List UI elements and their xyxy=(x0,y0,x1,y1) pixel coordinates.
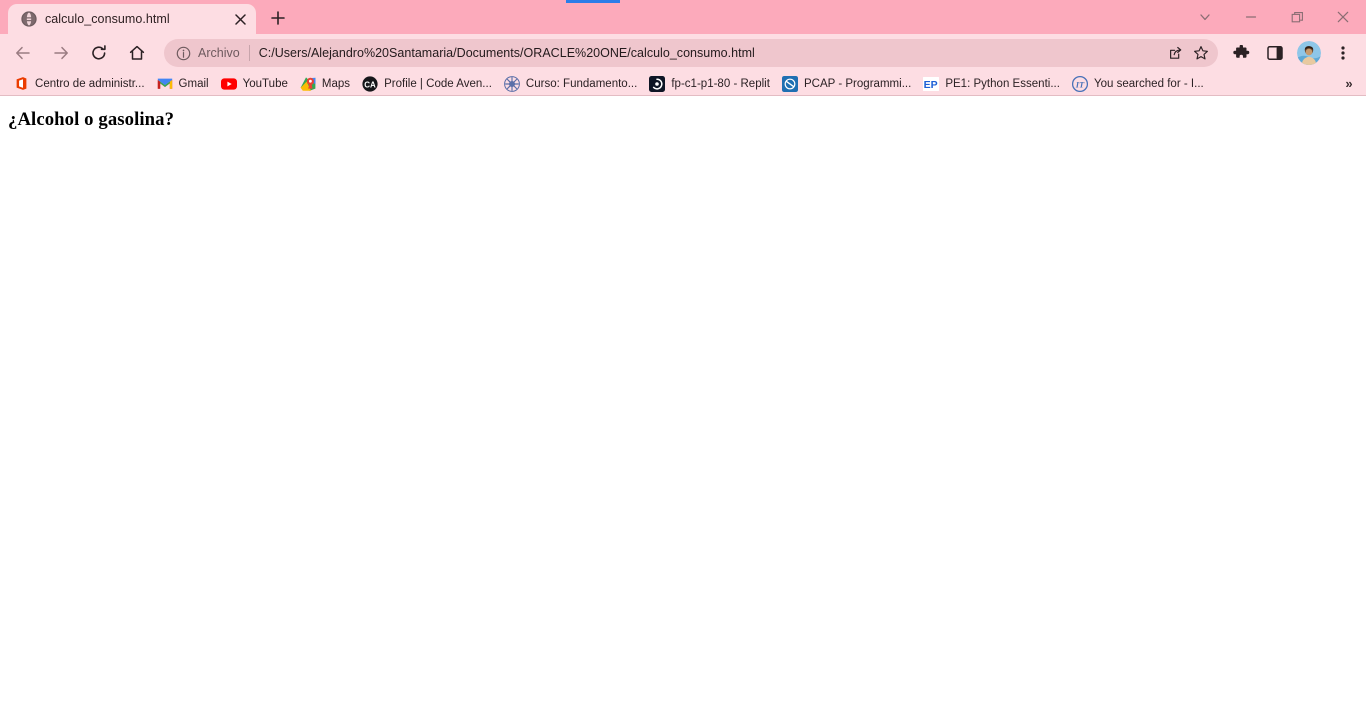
browser-window: calculo_consumo.html Archivo C:/Users/Al… xyxy=(0,0,1366,726)
omnibox-scheme-label: Archivo xyxy=(198,46,240,60)
browser-tab-active[interactable]: calculo_consumo.html xyxy=(8,4,256,34)
bookmark-label: PE1: Python Essenti... xyxy=(945,77,1060,90)
edube-icon: EP xyxy=(923,76,940,92)
tab-drag-indicator xyxy=(566,0,620,3)
tab-title: calculo_consumo.html xyxy=(45,12,170,26)
svg-text:EP: EP xyxy=(924,79,938,91)
office-icon xyxy=(13,76,29,92)
omnibox-actions xyxy=(1162,40,1214,66)
pcap-icon xyxy=(781,75,798,92)
window-controls xyxy=(1182,0,1366,34)
bookmark-label: fp-c1-p1-80 - Replit xyxy=(671,77,770,90)
bookmark-label: Centro de administr... xyxy=(35,77,145,90)
minimize-button[interactable] xyxy=(1228,1,1274,33)
bookmark-you-searched-for[interactable]: IT You searched for - I... xyxy=(1067,74,1211,94)
forward-button[interactable] xyxy=(45,37,77,69)
maps-icon xyxy=(300,76,316,92)
codeavengers-icon: CA xyxy=(362,75,378,92)
close-window-button[interactable] xyxy=(1320,1,1366,33)
omnibox-divider xyxy=(248,45,250,61)
star-icon[interactable] xyxy=(1188,40,1214,66)
bookmark-label: You searched for - I... xyxy=(1093,77,1204,90)
profile-avatar[interactable] xyxy=(1297,41,1321,65)
bookmark-replit[interactable]: fp-c1-p1-80 - Replit xyxy=(644,74,777,94)
page-content: ¿Alcohol o gasolina? xyxy=(0,96,1366,726)
omnibox-url-text[interactable]: C:/Users/Alejandro%20Santamaria/Document… xyxy=(259,46,1162,60)
svg-text:IT: IT xyxy=(1075,79,1085,89)
title-bar: calculo_consumo.html xyxy=(0,0,1366,34)
globe-icon xyxy=(20,11,37,28)
maximize-button[interactable] xyxy=(1274,1,1320,33)
page-title: ¿Alcohol o gasolina? xyxy=(8,109,175,130)
svg-text:CA: CA xyxy=(364,80,376,89)
replit-icon xyxy=(649,75,666,92)
bookmarks-bar: Centro de administr... Gmail YouTube Map… xyxy=(0,72,1366,96)
it-icon: IT xyxy=(1071,75,1088,92)
bookmark-curso-fundamentos[interactable]: Curso: Fundamento... xyxy=(499,74,644,94)
youtube-icon xyxy=(220,76,237,92)
new-tab-button[interactable] xyxy=(264,4,292,32)
bookmark-profile-code-avengers[interactable]: CA Profile | Code Aven... xyxy=(357,74,499,94)
gmail-icon xyxy=(157,76,173,92)
tab-search-button[interactable] xyxy=(1182,1,1228,33)
tab-strip: calculo_consumo.html xyxy=(0,0,292,34)
bookmark-label: Maps xyxy=(321,77,351,90)
info-circle-icon[interactable] xyxy=(174,46,192,61)
reload-button[interactable] xyxy=(83,37,115,69)
bookmark-youtube[interactable]: YouTube xyxy=(216,74,295,94)
browser-toolbar: Archivo C:/Users/Alejandro%20Santamaria/… xyxy=(0,34,1366,72)
side-panel-button[interactable] xyxy=(1260,38,1290,68)
chrome-menu-button[interactable] xyxy=(1328,38,1358,68)
bookmark-centro-de-administracion[interactable]: Centro de administr... xyxy=(8,74,152,94)
home-button[interactable] xyxy=(121,37,153,69)
back-button[interactable] xyxy=(7,37,39,69)
bookmark-maps[interactable]: Maps xyxy=(295,74,357,94)
bookmark-label: Profile | Code Aven... xyxy=(384,77,492,90)
bookmark-label: YouTube xyxy=(242,77,288,90)
bookmark-label: Gmail xyxy=(178,77,209,90)
alura-icon xyxy=(504,75,520,92)
extensions-button[interactable] xyxy=(1226,38,1256,68)
bookmark-label: Curso: Fundamento... xyxy=(525,77,638,90)
bookmark-label: PCAP - Programmi... xyxy=(803,77,912,90)
address-bar[interactable]: Archivo C:/Users/Alejandro%20Santamaria/… xyxy=(164,39,1218,67)
bookmarks-overflow-button[interactable]: » xyxy=(1338,74,1360,94)
share-icon[interactable] xyxy=(1162,40,1188,66)
bookmark-gmail[interactable]: Gmail xyxy=(152,74,216,94)
close-tab-button[interactable] xyxy=(230,9,250,29)
bookmark-pe1-python-essentials[interactable]: EP PE1: Python Essenti... xyxy=(918,74,1067,94)
bookmark-pcap[interactable]: PCAP - Programmi... xyxy=(777,74,918,94)
